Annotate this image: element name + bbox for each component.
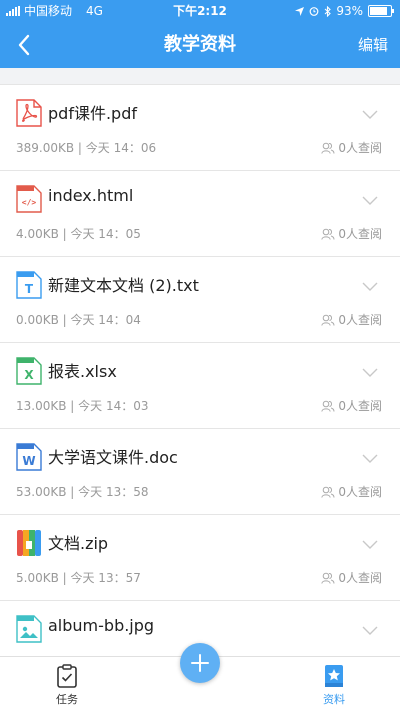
status-bar: 中国移动 4G 下午2:12 93% xyxy=(0,0,400,22)
file-meta: 0.00KB | 今天 14：04 xyxy=(16,313,141,327)
alarm-icon xyxy=(309,7,319,16)
list-item[interactable]: </> index.html 4.00KB | 今天 14：05 0人查阅 xyxy=(0,171,400,257)
nav-bar: 教学资料 编辑 xyxy=(0,22,400,68)
chevron-down-icon[interactable] xyxy=(362,282,378,292)
word-icon: W xyxy=(16,443,42,471)
chevron-down-icon[interactable] xyxy=(362,196,378,206)
tab-tasks-label: 任务 xyxy=(56,693,78,706)
people-icon xyxy=(321,486,335,498)
txt-icon: T xyxy=(16,271,42,299)
edit-button[interactable]: 编辑 xyxy=(358,22,388,68)
chevron-down-icon[interactable] xyxy=(362,454,378,464)
file-name: album-bb.jpg xyxy=(48,616,155,635)
view-count-label: 0人查阅 xyxy=(338,571,382,585)
battery-icon xyxy=(368,5,394,17)
image-icon xyxy=(16,615,42,643)
chevron-down-icon[interactable] xyxy=(362,368,378,378)
view-count: 0人查阅 xyxy=(321,483,382,500)
view-count-label: 0人查阅 xyxy=(338,399,382,413)
list-item[interactable]: T 新建文本文档 (2).txt 0.00KB | 今天 14：04 0人查阅 xyxy=(0,257,400,343)
svg-text:T: T xyxy=(25,282,34,296)
tab-resources-label: 资料 xyxy=(323,693,345,706)
view-count: 0人查阅 xyxy=(321,139,382,156)
pdf-icon xyxy=(16,99,42,127)
file-meta: 389.00KB | 今天 14：06 xyxy=(16,141,157,155)
file-meta: 4.00KB | 今天 14：05 xyxy=(16,227,141,241)
add-button[interactable] xyxy=(180,643,220,683)
people-icon xyxy=(321,228,335,240)
tab-tasks[interactable]: 任务 xyxy=(37,663,97,707)
clipboard-check-icon xyxy=(57,664,77,688)
people-icon xyxy=(321,314,335,326)
view-count: 0人查阅 xyxy=(321,225,382,242)
view-count-label: 0人查阅 xyxy=(338,141,382,155)
excel-icon: X xyxy=(16,357,42,385)
file-name: 大学语文课件.doc xyxy=(48,448,178,467)
list-item[interactable]: X 报表.xlsx 13.00KB | 今天 14：03 0人查阅 xyxy=(0,343,400,429)
location-icon xyxy=(295,6,305,16)
view-count-label: 0人查阅 xyxy=(338,227,382,241)
people-icon xyxy=(321,142,335,154)
page-title: 教学资料 xyxy=(164,34,236,55)
view-count: 0人查阅 xyxy=(321,311,382,328)
file-meta: 53.00KB | 今天 13：58 xyxy=(16,485,149,499)
tab-resources[interactable]: 资料 xyxy=(304,663,364,707)
view-count: 0人查阅 xyxy=(321,569,382,586)
view-count-label: 0人查阅 xyxy=(338,313,382,327)
file-name: 文档.zip xyxy=(48,534,109,553)
battery-percent: 93% xyxy=(336,4,363,18)
people-icon xyxy=(321,400,335,412)
chevron-down-icon[interactable] xyxy=(362,110,378,120)
svg-text:W: W xyxy=(22,454,35,468)
file-name: 报表.xlsx xyxy=(48,362,117,381)
star-book-icon xyxy=(325,665,343,687)
bluetooth-icon xyxy=(324,5,332,17)
list-item[interactable]: W 大学语文课件.doc 53.00KB | 今天 13：58 0人查阅 xyxy=(0,429,400,515)
view-count: 0人查阅 xyxy=(321,397,382,414)
people-icon xyxy=(321,572,335,584)
svg-text:</>: </> xyxy=(22,198,37,207)
file-name: 新建文本文档 (2).txt xyxy=(48,276,199,295)
list-item[interactable]: 文档.zip 5.00KB | 今天 13：57 0人查阅 xyxy=(0,515,400,601)
view-count-label: 0人查阅 xyxy=(338,485,382,499)
file-list: pdf课件.pdf 389.00KB | 今天 14：06 0人查阅 </> i… xyxy=(0,84,400,687)
chevron-down-icon[interactable] xyxy=(362,626,378,636)
file-name: pdf课件.pdf xyxy=(48,104,137,123)
zip-icon xyxy=(17,530,41,556)
file-name: index.html xyxy=(48,186,134,205)
list-item[interactable]: pdf课件.pdf 389.00KB | 今天 14：06 0人查阅 xyxy=(0,84,400,171)
chevron-down-icon[interactable] xyxy=(362,540,378,550)
app-header: 中国移动 4G 下午2:12 93% 教学资料 编辑 xyxy=(0,0,400,68)
svg-text:X: X xyxy=(24,368,34,382)
html-icon: </> xyxy=(16,185,42,213)
file-meta: 5.00KB | 今天 13：57 xyxy=(16,571,141,585)
file-meta: 13.00KB | 今天 14：03 xyxy=(16,399,149,413)
